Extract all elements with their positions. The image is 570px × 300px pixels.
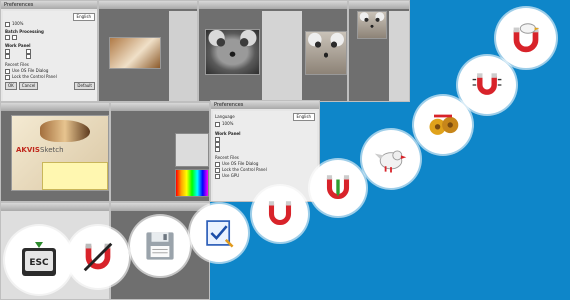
default-button[interactable]: Default xyxy=(74,82,95,90)
gpu-row: Use GPU xyxy=(215,173,315,179)
akvis-product: Sketch xyxy=(40,146,64,154)
app-icon-floppy[interactable] xyxy=(130,216,190,276)
akvis-splash: AKVIS Sketch xyxy=(11,115,109,191)
svg-text:ESC: ESC xyxy=(29,258,49,268)
language-value-2[interactable]: English xyxy=(292,113,315,121)
screenshot-editor-blank xyxy=(110,102,210,202)
batch-options xyxy=(5,35,95,40)
bird-icon xyxy=(374,150,407,173)
esc-key-icon: ESC xyxy=(22,242,56,276)
app-icon-crossed-magnet[interactable] xyxy=(67,226,129,288)
scale-checkbox[interactable] xyxy=(5,21,10,27)
floppy-disk-icon xyxy=(146,232,174,260)
window-title: Preferences xyxy=(1,1,97,9)
akvis-sketch-art xyxy=(40,120,90,142)
prefs-panel-2: Language English 100% Work Panel Recent F… xyxy=(213,111,317,201)
lock-panel-label: Lock the Control Panel xyxy=(12,74,57,79)
akvis-note xyxy=(42,162,108,190)
cancel-button[interactable]: Cancel xyxy=(18,82,39,90)
screenshot-editor-1 xyxy=(98,0,198,102)
app-icon-magnet[interactable] xyxy=(252,186,308,242)
batch-checkbox[interactable] xyxy=(5,35,10,40)
screenshot-editor-koala xyxy=(198,0,348,102)
bottom-editor-titlebar xyxy=(1,203,109,211)
app-icon-check-document[interactable] xyxy=(190,204,248,262)
screenshot-prefs-top-left: Preferences English 100% Batch Processin… xyxy=(0,0,98,102)
app-icon-magnet-pencil[interactable] xyxy=(310,160,366,216)
batch-checkbox-2[interactable] xyxy=(12,35,17,40)
koala-photo-sketch xyxy=(357,11,387,39)
editor-side-panel xyxy=(169,11,197,101)
editor-titlebar-2 xyxy=(199,1,347,9)
editor-side-panel-2 xyxy=(262,11,302,101)
panel-radio-4[interactable] xyxy=(26,54,31,59)
akvis-titlebar xyxy=(1,103,109,111)
blank-editor-titlebar xyxy=(111,103,209,111)
window-title-2: Preferences xyxy=(211,101,319,109)
app-icon-magnet-lines[interactable] xyxy=(458,56,516,114)
scale-checkbox-2[interactable] xyxy=(215,121,220,127)
language-row: English xyxy=(5,13,95,21)
panel-radio-row-c xyxy=(215,147,315,152)
scale-value-2: 100% xyxy=(222,121,234,126)
screenshot-editor-koala-2 xyxy=(348,0,410,102)
app-icon-esc[interactable]: ESC xyxy=(5,226,73,294)
editor-titlebar-3 xyxy=(349,1,409,9)
os-dialog-checkbox-2[interactable] xyxy=(215,161,220,167)
screenshot-prefs-center: Preferences Language English 100% Work Pa… xyxy=(210,100,320,202)
gpu-label: Use GPU xyxy=(222,173,240,178)
lock-panel-checkbox-2[interactable] xyxy=(215,167,220,173)
panel-options-2 xyxy=(5,54,95,59)
magnet-pencil-icon xyxy=(326,175,350,199)
editor-titlebar xyxy=(99,1,197,9)
editor-side-panel-3 xyxy=(389,11,409,101)
gold-magnet-icon xyxy=(429,114,459,135)
dialog-buttons: OK Cancel Default xyxy=(5,82,95,90)
scale-row-2: 100% xyxy=(215,121,315,127)
language-row-2: Language English xyxy=(215,113,315,121)
os-dialog-checkbox[interactable] xyxy=(5,68,10,74)
app-icon-gold-magnet[interactable] xyxy=(414,96,472,154)
akvis-brand: AKVIS xyxy=(16,146,40,154)
magnet-lines-icon xyxy=(472,73,502,95)
color-palette xyxy=(175,169,209,197)
language-label: Language xyxy=(215,114,235,119)
photo-preview xyxy=(109,37,161,69)
language-value[interactable]: English xyxy=(72,13,95,21)
screenshot-akvis-sketch: AKVIS Sketch xyxy=(0,102,110,202)
lock-panel-row: Lock the Control Panel xyxy=(5,74,95,80)
ok-button[interactable]: OK xyxy=(5,82,17,90)
gpu-checkbox[interactable] xyxy=(215,173,220,179)
koala-photo-original xyxy=(205,29,260,75)
bottom-mid-titlebar xyxy=(111,203,209,211)
magnet-icon xyxy=(268,201,292,225)
koala-photo-result xyxy=(305,31,347,75)
prefs-panel: English 100% Batch Processing Work Panel… xyxy=(3,11,97,101)
lock-panel-checkbox[interactable] xyxy=(5,74,10,80)
panel-radio-3[interactable] xyxy=(5,54,10,59)
panel-radio-c[interactable] xyxy=(215,147,220,152)
scale-value: 100% xyxy=(12,21,24,26)
scale-row: 100% xyxy=(5,21,95,27)
tool-panel xyxy=(175,133,209,167)
bird-magnet-icon xyxy=(513,23,540,53)
crossed-magnet-icon xyxy=(83,242,113,272)
app-icon-bird-magnet[interactable] xyxy=(496,8,556,68)
check-document-icon xyxy=(206,220,234,248)
app-icon-bird[interactable] xyxy=(362,130,420,188)
